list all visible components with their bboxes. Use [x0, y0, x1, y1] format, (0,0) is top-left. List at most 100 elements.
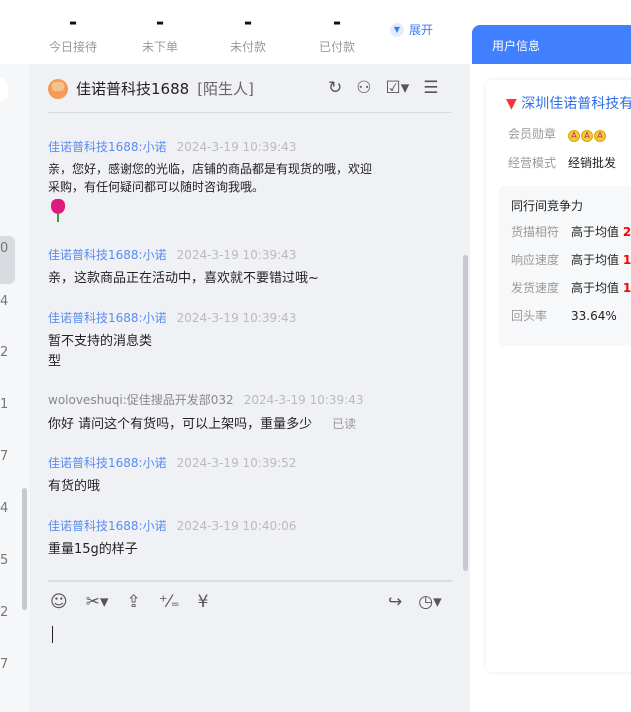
unread-count: 5	[0, 553, 9, 568]
task-check-icon[interactable]: ☑▾	[386, 78, 410, 98]
metric-row: 回头率 33.64%	[511, 307, 617, 324]
unread-count: 0	[0, 241, 9, 256]
message-text: 亲，这款商品正在活动中，喜欢就不要错过哦~	[48, 271, 319, 286]
message-text: 你好 请问这个有货吗，可以上架吗，重量多少	[48, 417, 313, 432]
avatar	[48, 78, 68, 99]
stat-label: 未付款	[229, 40, 266, 54]
unread-count: 4	[0, 294, 9, 309]
header-divider	[48, 112, 452, 113]
timestamp: 2024-3-19 10:40:06	[176, 519, 297, 533]
unread-count: 4	[0, 501, 9, 516]
metric-row: 响应速度高于均值 1.	[511, 251, 631, 268]
conversation-list[interactable]: 0 4 2 1 7 4 5 2 7	[0, 64, 30, 712]
sender: 佳诺普科技1688:小诺	[48, 456, 167, 470]
stat-value: -	[68, 10, 78, 34]
share-icon[interactable]: ↪	[388, 592, 402, 612]
sender: 佳诺普科技1688:小诺	[48, 140, 167, 154]
metric-value: 高于均值	[571, 281, 620, 295]
metric-row: 发货速度高于均值 19	[511, 279, 631, 296]
menu-icon[interactable]: ☰	[423, 78, 438, 98]
input-toolbar: ☺ ✂▾ ⇪ ⁺⁄₌ ¥	[50, 592, 208, 612]
chat-scrollbar[interactable]	[463, 255, 468, 571]
tab-user-info[interactable]: 用户信息	[472, 25, 631, 64]
stat-label: 未下单	[141, 40, 178, 54]
sender: 佳诺普科技1688:小诺	[48, 248, 167, 262]
mode-row: 经营模式 经销批发	[508, 154, 616, 171]
upload-icon[interactable]: ⇪	[127, 592, 141, 612]
message: 佳诺普科技1688:小诺 2024-3-19 10:39:43 暂不支持的消息类型	[48, 309, 296, 372]
message: woloveshuqi:促佳搜品开发部032 2024-3-19 10:39:43…	[48, 391, 364, 435]
mode-value: 经销批发	[568, 156, 617, 170]
stat-no-order: - 未下单	[120, 10, 200, 55]
medal-label: 会员勋章	[508, 127, 557, 141]
input-divider	[48, 580, 452, 582]
message-input[interactable]	[52, 626, 53, 643]
metric-delta: 2.	[622, 225, 631, 239]
message: 佳诺普科技1688:小诺 2024-3-19 10:40:06 重量15g的样子	[48, 517, 296, 560]
stat-value: -	[155, 10, 165, 34]
metric-delta: 1.	[622, 253, 631, 267]
chevron-down-icon: ▼	[390, 22, 404, 37]
contact-tag: [陌生人]	[197, 80, 254, 98]
message-text: 暂不支持的消息类	[48, 334, 153, 349]
message: 佳诺普科技1688:小诺 2024-3-19 10:39:43 亲，您好，感谢您的…	[48, 138, 372, 222]
company-name: 深圳佳诺普科技有	[521, 96, 631, 112]
input-toolbar-right: ↪ ◷▾	[388, 592, 442, 612]
metric-row: 货描相符高于均值 2.	[511, 223, 631, 240]
metric-value: 33.64%	[571, 309, 617, 323]
stat-value: -	[243, 10, 253, 34]
rose-emoji-icon	[48, 198, 68, 222]
medal-icon: A	[581, 130, 593, 142]
medal-row: 会员勋章 A A A	[508, 125, 607, 142]
expand-button[interactable]: ▼ 展开	[390, 21, 433, 38]
unread-count: 7	[0, 449, 9, 464]
expand-label: 展开	[409, 23, 434, 37]
competitiveness-title: 同行间竞争力	[511, 199, 584, 213]
scissors-icon[interactable]: ✂▾	[86, 592, 109, 612]
metric-label: 发货速度	[511, 281, 560, 295]
emoji-icon[interactable]: ☺	[50, 592, 68, 612]
metric-label: 回头率	[511, 309, 548, 323]
unread-count: 2	[0, 605, 9, 620]
sender: 佳诺普科技1688:小诺	[48, 519, 167, 533]
refresh-icon[interactable]: ↻	[328, 78, 342, 98]
chat-title: 佳诺普科技1688	[76, 80, 190, 98]
timestamp: 2024-3-19 10:39:43	[176, 140, 297, 154]
message: 佳诺普科技1688:小诺 2024-3-19 10:39:52 有货的哦	[48, 454, 296, 497]
stat-today: - 今日接待	[33, 10, 113, 55]
message-text: 采购，有任何疑问都可以随时咨询我哦。	[48, 180, 265, 194]
stat-unpaid: - 未付款	[208, 10, 288, 55]
message-text: 型	[48, 354, 62, 369]
metric-value: 高于均值	[571, 225, 620, 239]
unread-count: 1	[0, 397, 9, 412]
add-user-icon[interactable]: ⚇	[356, 78, 371, 98]
chat-header-actions: ↻ ⚇ ☑▾ ☰	[328, 78, 439, 98]
stat-label: 今日接待	[48, 40, 97, 54]
coupon-icon[interactable]: ¥	[198, 592, 209, 612]
bull-logo-icon: ▼	[506, 96, 517, 112]
metric-value: 高于均值	[571, 253, 620, 267]
sender: 佳诺普科技1688:小诺	[48, 311, 167, 325]
search-box[interactable]	[0, 78, 8, 102]
timestamp: 2024-3-19 10:39:52	[176, 456, 297, 470]
unread-count: 7	[0, 657, 9, 672]
metric-label: 货描相符	[511, 225, 560, 239]
metric-delta: 19	[622, 281, 631, 295]
chat-header: 佳诺普科技1688 [陌生人]	[48, 78, 254, 99]
timestamp: 2024-3-19 10:39:43	[176, 248, 297, 262]
medal-icon: A	[594, 130, 606, 142]
company-link[interactable]: ▼ 深圳佳诺普科技有	[506, 93, 631, 113]
stat-value: -	[332, 10, 342, 34]
message: 佳诺普科技1688:小诺 2024-3-19 10:39:43 亲，这款商品正在活…	[48, 246, 319, 289]
scheduled-message-icon[interactable]: ◷▾	[418, 592, 441, 612]
calculator-icon[interactable]: ⁺⁄₌	[159, 592, 180, 612]
sender: woloveshuqi:促佳搜品开发部032	[48, 393, 234, 407]
unread-count: 2	[0, 345, 9, 360]
list-scrollbar[interactable]	[22, 488, 27, 610]
message-text: 有货的哦	[48, 479, 101, 494]
tab-label: 用户信息	[492, 39, 541, 53]
stat-label: 已付款	[318, 40, 355, 54]
timestamp: 2024-3-19 10:39:43	[243, 393, 364, 407]
medal-icon: A	[568, 130, 580, 142]
message-text: 重量15g的样子	[48, 542, 138, 557]
